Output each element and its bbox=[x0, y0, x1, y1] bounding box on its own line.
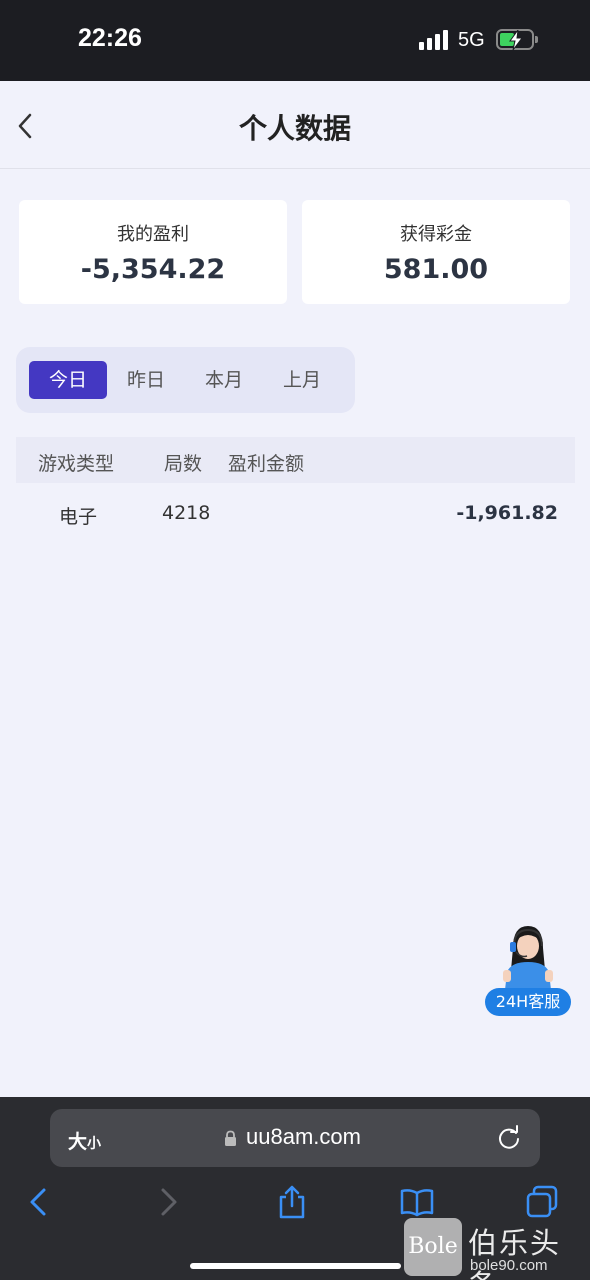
bonus-value: 581.00 bbox=[383, 254, 489, 285]
reload-icon[interactable] bbox=[496, 1125, 522, 1151]
table-header: 游戏类型 局数 盈利金额 bbox=[16, 437, 575, 483]
bonus-card: 获得彩金 581.00 bbox=[302, 200, 570, 304]
profit-card: 我的盈利 -5,354.22 bbox=[19, 200, 287, 304]
browser-forward-icon[interactable] bbox=[150, 1185, 184, 1219]
tab-last-month[interactable]: 上月 bbox=[263, 361, 341, 399]
support-label: 24H客服 bbox=[485, 988, 571, 1016]
cell-game-type: 电子 bbox=[59, 506, 98, 528]
period-tabs: 今日 昨日 本月 上月 bbox=[16, 347, 355, 413]
battery-icon bbox=[496, 29, 538, 50]
bonus-label: 获得彩金 bbox=[400, 224, 472, 245]
share-icon[interactable] bbox=[275, 1185, 309, 1219]
text-size-button[interactable]: 大小 bbox=[68, 1127, 101, 1154]
status-time: 22:26 bbox=[78, 24, 142, 52]
customer-service-button[interactable]: 24H客服 bbox=[485, 918, 571, 1016]
address-bar[interactable]: 大小 uu8am.com bbox=[50, 1109, 540, 1167]
watermark: Bole 伯乐头条 bole90.com bbox=[404, 1218, 590, 1280]
cell-profit: -1,961.82 bbox=[456, 502, 558, 524]
network-type: 5G bbox=[458, 29, 485, 51]
watermark-url: bole90.com bbox=[470, 1257, 548, 1274]
page-title: 个人数据 bbox=[238, 112, 351, 145]
signal-icon bbox=[419, 30, 451, 50]
cell-rounds: 4218 bbox=[162, 502, 211, 524]
table-row: 电子 4218 -1,961.82 bbox=[16, 490, 575, 536]
tab-today[interactable]: 今日 bbox=[29, 361, 107, 399]
tabs-icon[interactable] bbox=[525, 1185, 559, 1219]
watermark-logo: Bole bbox=[404, 1218, 462, 1276]
column-game-type: 游戏类型 bbox=[38, 453, 115, 475]
home-indicator bbox=[190, 1263, 401, 1269]
lock-icon bbox=[225, 1130, 236, 1146]
column-profit: 盈利金额 bbox=[228, 453, 305, 475]
bookmarks-icon[interactable] bbox=[400, 1185, 434, 1219]
page-header: 个人数据 bbox=[0, 81, 590, 169]
column-rounds: 局数 bbox=[164, 453, 203, 475]
tab-this-month[interactable]: 本月 bbox=[185, 361, 263, 399]
url-text: uu8am.com bbox=[246, 1124, 361, 1149]
profit-value: -5,354.22 bbox=[80, 254, 226, 285]
support-agent-icon bbox=[503, 926, 553, 990]
status-bar: 22:26 5G bbox=[0, 0, 590, 81]
tab-yesterday[interactable]: 昨日 bbox=[107, 361, 185, 399]
browser-back-icon[interactable] bbox=[23, 1185, 57, 1219]
profit-label: 我的盈利 bbox=[117, 224, 189, 245]
